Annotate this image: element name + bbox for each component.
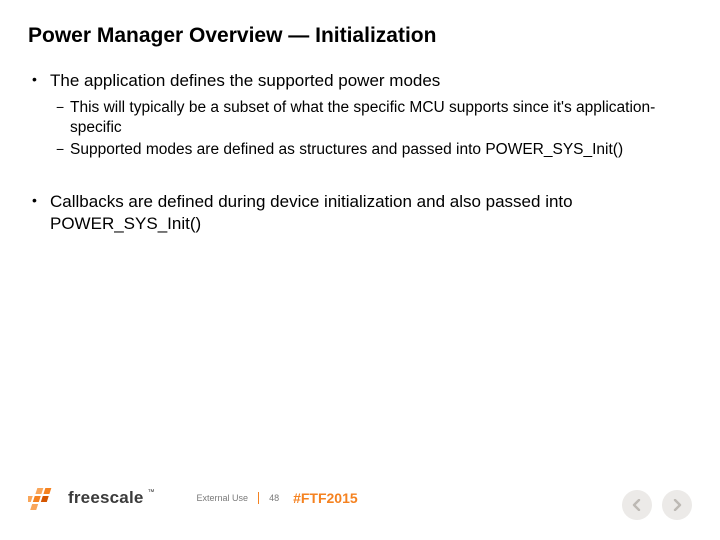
nav-controls — [622, 490, 692, 520]
hashtag: #FTF2015 — [293, 490, 358, 506]
bullet-level1: Callbacks are defined during device init… — [28, 191, 692, 235]
slide-title: Power Manager Overview — Initialization — [28, 24, 692, 48]
prev-button[interactable] — [622, 490, 652, 520]
brand-logo: freescale ™ — [28, 486, 157, 510]
chevron-right-icon — [671, 499, 683, 511]
bullet-level2: Supported modes are defined as structure… — [28, 140, 692, 160]
external-use-label: External Use — [197, 492, 260, 504]
page-number: 48 — [259, 493, 293, 503]
bullet-list: The application defines the supported po… — [28, 70, 692, 235]
next-button[interactable] — [662, 490, 692, 520]
brand-name: freescale — [68, 488, 144, 508]
bullet-level2: This will typically be a subset of what … — [28, 98, 692, 138]
footer: freescale ™ External Use 48 #FTF2015 — [28, 480, 692, 516]
bullet-level1: The application defines the supported po… — [28, 70, 692, 92]
chevron-left-icon — [631, 499, 643, 511]
freescale-logo-icon — [28, 486, 62, 510]
trademark-symbol: ™ — [148, 489, 155, 496]
